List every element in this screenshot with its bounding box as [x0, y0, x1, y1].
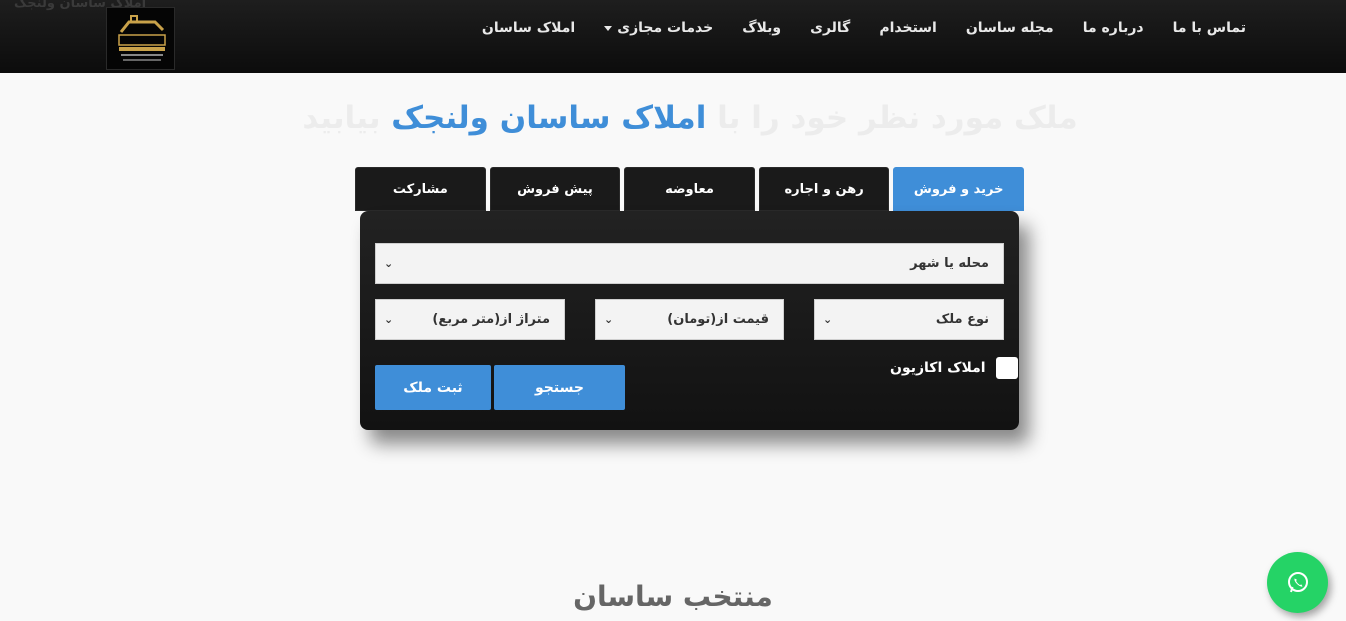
nav-item-magazine[interactable]: مجله ساسان [966, 20, 1054, 36]
nav-item-label: تماس با ما [1172, 20, 1246, 36]
logo-emblem-icon [118, 15, 166, 61]
tab-mortgage-rent[interactable]: رهن و اجاره [758, 167, 890, 211]
property-type-select-value: نوع ملک [935, 312, 989, 327]
property-type-select[interactable]: ⌄ نوع ملک [814, 299, 1004, 340]
location-select-value: محله یا شهر [910, 256, 989, 271]
top-navbar: املاک ساسان ولنجک املاک ساسان خدمات مجاز… [0, 0, 1346, 73]
hero-title-after: بیابید [302, 100, 392, 136]
whatsapp-icon [1287, 571, 1308, 592]
nav-item-label: گالری [810, 20, 851, 36]
area-select-value: متراژ از(متر مربع) [432, 312, 550, 327]
main-nav: املاک ساسان خدمات مجازی وبلاگ گالری استخ… [482, 20, 1246, 36]
nav-item-home[interactable]: املاک ساسان [482, 20, 575, 36]
register-property-button[interactable]: ثبت ملک [375, 365, 491, 410]
hero-title: ملک مورد نظر خود را با املاک ساسان ولنجک… [300, 100, 1080, 136]
chevron-down-icon: ⌄ [384, 257, 394, 270]
nav-item-jobs[interactable]: استخدام [879, 20, 937, 36]
area-select[interactable]: ⌄ متراژ از(متر مربع) [375, 299, 565, 340]
chevron-down-icon: ⌄ [604, 313, 614, 326]
site-logo[interactable] [106, 7, 175, 70]
location-select[interactable]: ⌄ محله یا شهر [375, 243, 1004, 284]
nav-item-label: مجله ساسان [965, 20, 1054, 36]
hero-title-before: ملک مورد نظر خود را با [706, 100, 1078, 136]
nav-item-label: خدمات مجازی [617, 20, 714, 36]
chevron-down-icon: ⌄ [823, 313, 833, 326]
featured-section-title: منتخب ساسان [573, 580, 773, 613]
tab-buy-sell[interactable]: خرید و فروش [893, 167, 1024, 211]
caret-down-icon [604, 25, 613, 31]
search-panel: ⌄ محله یا شهر ⌄ متراژ از(متر مربع) ⌄ قیم… [360, 211, 1019, 430]
tab-presale[interactable]: پیش فروش [489, 167, 621, 211]
deal-type-tabs: خرید و فروش رهن و اجاره معاوضه پیش فروش … [355, 167, 1024, 211]
price-select[interactable]: ⌄ قیمت از(تومان) [595, 299, 784, 340]
nav-item-gallery[interactable]: گالری [810, 20, 850, 36]
price-select-value: قیمت از(تومان) [667, 312, 769, 327]
nav-item-label: وبلاگ [742, 20, 782, 36]
whatsapp-button[interactable] [1267, 552, 1328, 613]
nav-item-label: املاک ساسان [481, 20, 576, 36]
nav-item-blog[interactable]: وبلاگ [742, 20, 781, 36]
occasion-checkbox[interactable] [995, 357, 1018, 379]
nav-item-label: درباره ما [1082, 20, 1144, 36]
search-button[interactable]: جستجو [494, 365, 625, 410]
chevron-down-icon: ⌄ [384, 313, 394, 326]
tab-partnership[interactable]: مشارکت [355, 167, 486, 211]
tab-exchange[interactable]: معاوضه [624, 167, 755, 211]
nav-item-about[interactable]: درباره ما [1083, 20, 1144, 36]
occasion-filter: املاک اکازیون [890, 357, 1018, 379]
occasion-checkbox-label: املاک اکازیون [890, 360, 986, 376]
nav-item-contact[interactable]: تماس با ما [1173, 20, 1246, 36]
hero-title-accent: املاک ساسان ولنجک [391, 100, 707, 136]
nav-item-label: استخدام [879, 20, 937, 36]
nav-item-virtual-services[interactable]: خدمات مجازی [604, 20, 713, 36]
